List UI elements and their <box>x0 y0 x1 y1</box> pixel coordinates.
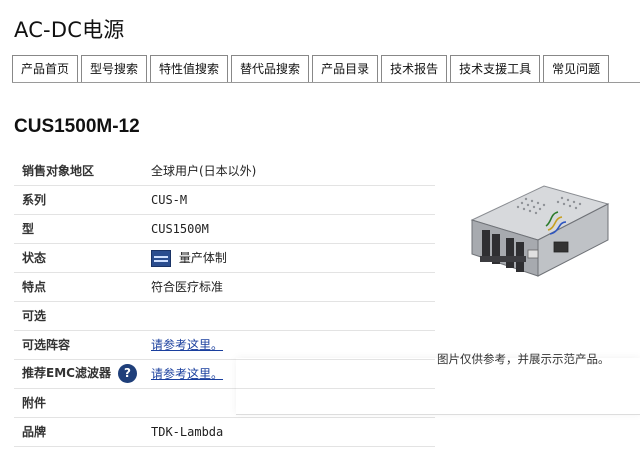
tab-model-search[interactable]: 型号搜索 <box>81 55 148 82</box>
tab-technical-tools[interactable]: 技术支援工具 <box>450 55 541 82</box>
page-title: AC-DC电源 <box>14 18 125 42</box>
image-caption: 图片仅供参考，并展示示范产品。 <box>437 352 610 366</box>
tab-alternative-search[interactable]: 替代品搜索 <box>231 55 310 82</box>
spec-row-sales-region: 销售对象地区 全球用户(日本以外) <box>14 157 435 186</box>
spec-value: 量产体制 <box>178 250 227 265</box>
product-nav-tabs: 产品首页 型号搜索 特性值搜索 替代品搜索 产品目录 技术报告 技术支援工具 常… <box>12 55 612 83</box>
power-supply-product-image <box>470 185 610 277</box>
emc-filter-link[interactable]: 请参考这里。 <box>151 367 223 381</box>
spec-value: CUS-M <box>151 185 435 215</box>
spec-row-features: 特点 符合医疗标准 <box>14 272 435 302</box>
spec-label: 可选 <box>14 301 151 331</box>
spec-value: CUS1500M <box>151 214 435 244</box>
tab-divider <box>12 82 640 83</box>
spec-value: 全球用户(日本以外) <box>151 157 435 186</box>
help-icon[interactable]: ? <box>117 364 137 383</box>
spec-row-accessories: 附件 <box>14 388 435 418</box>
spec-label: 可选阵容 <box>14 330 151 360</box>
option-lineup-link[interactable]: 请参考这里。 <box>151 338 223 352</box>
caption-divider <box>236 414 640 415</box>
spec-label: 型 <box>14 214 151 244</box>
spec-row-option-lineup: 可选阵容 请参考这里。 <box>14 330 435 360</box>
spec-label: 状态 <box>14 243 151 273</box>
tab-faq[interactable]: 常见问题 <box>543 55 610 82</box>
spec-label: 销售对象地区 <box>14 157 151 186</box>
tab-product-home[interactable]: 产品首页 <box>12 55 79 82</box>
spec-row-emc-filter: 推荐EMC滤波器? 请参考这里。 <box>14 359 435 389</box>
spec-row-brand: 品牌 TDK-Lambda <box>14 417 435 447</box>
spec-value-cell: 请参考这里。 <box>151 330 435 360</box>
spec-value <box>151 301 435 331</box>
production-status-icon <box>151 249 171 267</box>
spec-label: 品牌 <box>14 417 151 447</box>
spec-label: 推荐EMC滤波器 <box>22 366 111 380</box>
spec-value: TDK-Lambda <box>151 417 435 447</box>
spec-value: 符合医疗标准 <box>151 272 435 302</box>
spec-row-type: 型 CUS1500M <box>14 214 435 244</box>
spec-value <box>151 388 435 418</box>
spec-label: 附件 <box>14 388 151 418</box>
spec-row-series: 系列 CUS-M <box>14 185 435 215</box>
spec-row-status: 状态 量产体制 <box>14 243 435 273</box>
spec-row-options: 可选 <box>14 301 435 331</box>
spec-value-cell: 请参考这里。 <box>151 359 435 389</box>
spec-value-cell: 量产体制 <box>151 243 435 273</box>
tab-product-catalog[interactable]: 产品目录 <box>312 55 379 82</box>
product-title: CUS1500M-12 <box>14 116 140 137</box>
spec-label: 系列 <box>14 185 151 215</box>
spec-label: 特点 <box>14 272 151 302</box>
tab-technical-report[interactable]: 技术报告 <box>381 55 448 82</box>
tab-characteristic-search[interactable]: 特性值搜索 <box>150 55 229 82</box>
spec-label-cell: 推荐EMC滤波器? <box>14 359 151 389</box>
spec-table: 销售对象地区 全球用户(日本以外) 系列 CUS-M 型 CUS1500M 状态… <box>14 157 435 447</box>
